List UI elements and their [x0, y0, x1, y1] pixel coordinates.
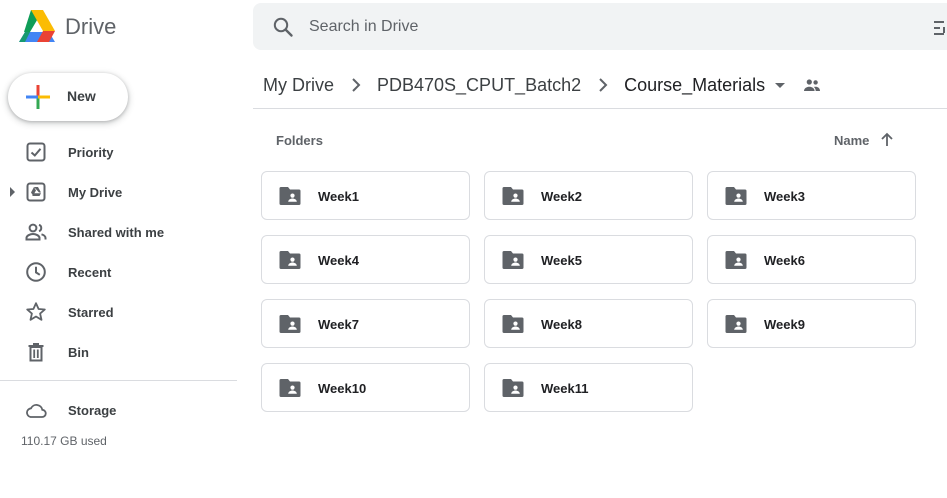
folder-card[interactable]: Week6 [707, 235, 916, 284]
folder-name: Week4 [318, 253, 359, 268]
sidebar-item-label: Bin [68, 345, 89, 360]
plus-icon [26, 85, 50, 109]
sort-label: Name [834, 132, 870, 148]
sidebar-item-storage[interactable]: Storage [0, 392, 240, 428]
sidebar-divider [0, 380, 237, 381]
dropdown-arrow-icon[interactable] [771, 76, 789, 94]
shared-folder-icon [502, 251, 524, 269]
expand-caret-icon[interactable] [8, 186, 16, 198]
breadcrumb-item-batch[interactable]: PDB470S_CPUT_Batch2 [377, 75, 581, 96]
folder-name: Week11 [541, 381, 589, 396]
content-divider [253, 108, 947, 109]
folder-name: Week9 [764, 317, 805, 332]
storage-used-text: 110.17 GB used [21, 434, 107, 448]
folder-card[interactable]: Week4 [261, 235, 470, 284]
folder-card[interactable]: Week9 [707, 299, 916, 348]
sidebar-item-label: My Drive [68, 185, 123, 200]
new-button-label: New [67, 88, 96, 104]
folder-name: Week8 [541, 317, 582, 332]
folders-grid: Week1 Week2 Week3 Week4 Week5 Week6 Week7 Week8… [261, 171, 916, 412]
folder-card[interactable]: Week11 [484, 363, 693, 412]
search-options-icon[interactable] [934, 18, 947, 38]
shared-folder-icon [279, 315, 301, 333]
shared-folder-icon [279, 187, 301, 205]
shared-folder-icon [502, 379, 524, 397]
breadcrumb: My Drive PDB470S_CPUT_Batch2 Course_Mate… [263, 72, 822, 98]
chevron-right-icon [352, 78, 361, 92]
sidebar-item-my-drive[interactable]: My Drive [0, 172, 240, 212]
folder-card[interactable]: Week3 [707, 171, 916, 220]
chevron-right-icon [599, 78, 608, 92]
shared-with-me-icon [25, 223, 47, 241]
sidebar-item-label: Shared with me [68, 225, 165, 240]
search-bar [253, 3, 947, 50]
breadcrumb-item-current[interactable]: Course_Materials [624, 75, 765, 96]
star-icon [26, 302, 46, 321]
folder-name: Week5 [541, 253, 582, 268]
shared-folder-icon [279, 379, 301, 397]
app-brand: Drive [65, 14, 117, 39]
clock-icon [26, 262, 46, 282]
sidebar-item-label: Recent [68, 265, 112, 280]
shared-folder-icon [725, 315, 747, 333]
sidebar-item-recent[interactable]: Recent [0, 252, 240, 292]
new-button[interactable]: New [8, 73, 128, 121]
arrow-up-icon[interactable] [878, 131, 896, 149]
storage-label: Storage [68, 403, 117, 418]
sidebar-item-starred[interactable]: Starred [0, 292, 240, 332]
folder-card[interactable]: Week5 [484, 235, 693, 284]
drive-logo-icon [19, 10, 55, 42]
sidebar-item-priority[interactable]: Priority [0, 132, 240, 172]
folder-name: Week1 [318, 189, 359, 204]
folder-name: Week2 [541, 189, 582, 204]
folder-card[interactable]: Week10 [261, 363, 470, 412]
cloud-icon [26, 404, 47, 418]
folder-name: Week6 [764, 253, 805, 268]
breadcrumb-item-my-drive[interactable]: My Drive [263, 75, 334, 96]
search-input[interactable] [309, 11, 909, 42]
bin-icon [28, 343, 44, 362]
folder-name: Week10 [318, 381, 367, 396]
sidebar-item-bin[interactable]: Bin [0, 332, 240, 372]
my-drive-icon [26, 182, 46, 202]
shared-folder-icon [725, 187, 747, 205]
shared-folder-icon [279, 251, 301, 269]
folders-section-title: Folders [276, 133, 323, 148]
sidebar-nav: Priority My Drive Shared with me Recent [0, 132, 240, 372]
sidebar-item-shared-with-me[interactable]: Shared with me [0, 212, 240, 252]
folder-card[interactable]: Week7 [261, 299, 470, 348]
shared-folder-people-icon[interactable] [802, 75, 822, 95]
folder-name: Week3 [764, 189, 805, 204]
shared-folder-icon [502, 187, 524, 205]
shared-folder-icon [725, 251, 747, 269]
search-icon[interactable] [271, 15, 295, 39]
folder-card[interactable]: Week1 [261, 171, 470, 220]
folder-card[interactable]: Week2 [484, 171, 693, 220]
shared-folder-icon [502, 315, 524, 333]
sidebar-item-label: Priority [68, 145, 114, 160]
folder-name: Week7 [318, 317, 359, 332]
folder-card[interactable]: Week8 [484, 299, 693, 348]
sort-by-name-button[interactable]: Name [834, 131, 896, 149]
sidebar-item-label: Starred [68, 305, 114, 320]
priority-icon [26, 142, 46, 162]
